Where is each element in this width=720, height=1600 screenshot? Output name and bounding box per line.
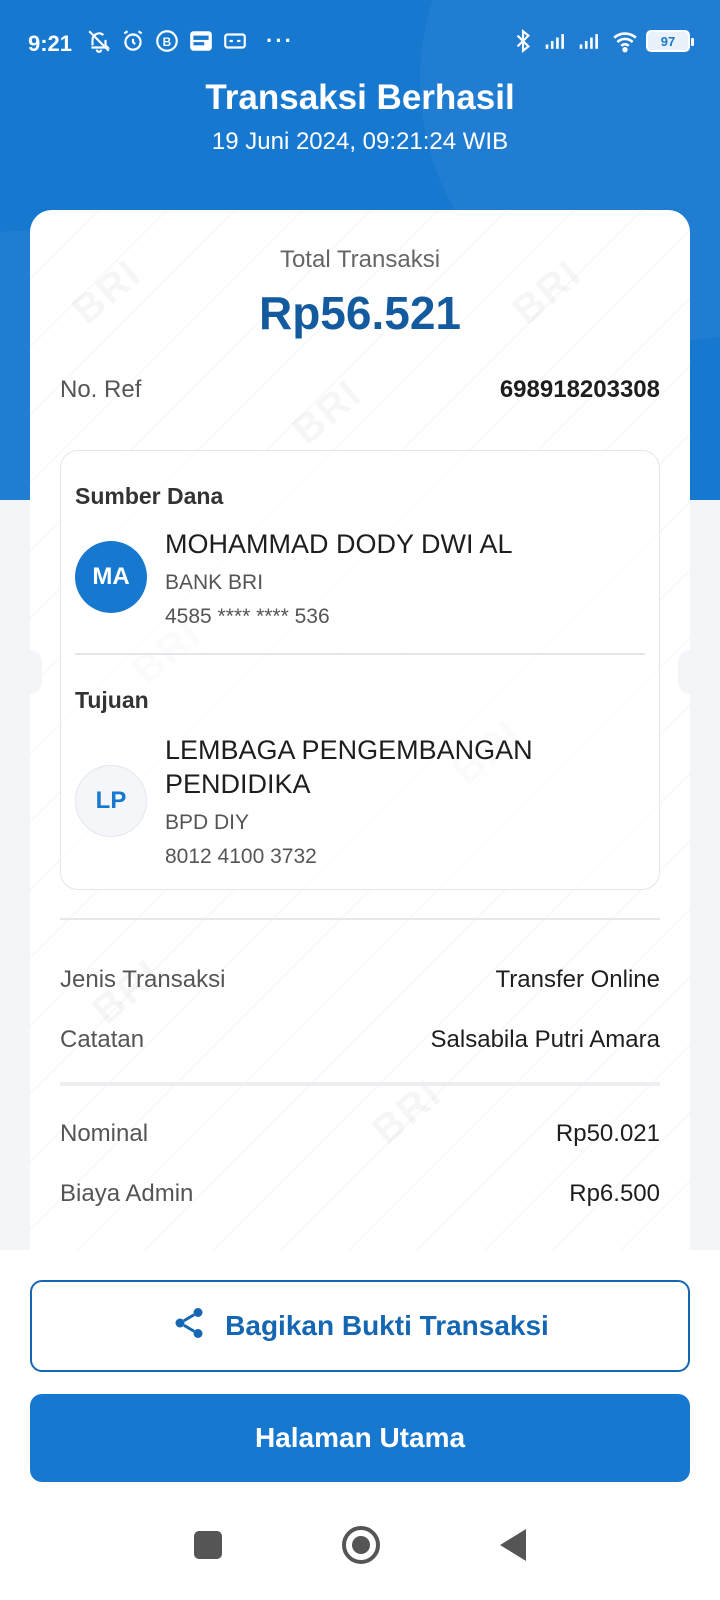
source-bank: BANK BRI [165,571,264,594]
ticket-notch [18,650,42,694]
muted-bell-icon [86,28,112,54]
page-title: Transaksi Berhasil [205,78,515,117]
brimo-app-icon [188,28,214,54]
admin-fee-row: Biaya Admin Rp6.500 [60,1180,660,1208]
nominal-label: Nominal [60,1120,149,1147]
source-account: 4585 **** **** 536 [165,605,330,628]
back-icon[interactable] [500,1529,526,1561]
share-receipt-button[interactable]: Bagikan Bukti Transaksi [30,1280,690,1372]
transaction-type-row: Jenis Transaksi Transfer Online [60,966,660,994]
system-nav-bar [0,1490,720,1600]
transaction-datetime: 19 Juni 2024, 09:21:24 WIB [211,128,509,155]
transaction-type-label: Jenis Transaksi [60,966,226,993]
total-amount: Rp56.521 [258,287,461,339]
home-page-button[interactable]: Halaman Utama [30,1394,690,1482]
nominal-row: Nominal Rp50.021 [60,1120,660,1148]
source-avatar: MA [75,541,147,613]
destination-account: 8012 4100 3732 [165,845,317,868]
svg-text:B: B [163,35,172,49]
alarm-icon [120,28,146,54]
share-icon [171,1305,207,1348]
share-receipt-label: Bagikan Bukti Transaksi [225,1310,549,1341]
ticket-notch [678,650,702,694]
status-time: 9:21 [28,31,73,56]
signal-icon [578,28,604,54]
destination-avatar: LP [75,765,147,837]
card-icon [222,28,248,54]
destination-label: Tujuan [75,687,149,713]
note-row: Catatan Salsabila Putri Amara [60,1026,660,1054]
notification-icons: B ··· [86,28,294,54]
destination-bank: BPD DIY [165,811,250,834]
destination-name: LEMBAGA PENGEMBANGAN PENDIDIKA [165,735,533,799]
more-notifications-icon: ··· [266,28,294,53]
source-name: MOHAMMAD DODY DWI AL [165,529,513,559]
section-divider [60,918,660,920]
bluetooth-icon [510,28,536,54]
ref-row: No. Ref 698918203308 [60,376,660,404]
admin-fee-label: Biaya Admin [60,1180,194,1207]
ref-label: No. Ref [60,376,142,403]
section-divider [60,1082,660,1086]
party-divider [75,653,645,655]
total-label: Total Transaksi [279,246,441,273]
recent-apps-icon[interactable] [194,1531,222,1559]
wifi-icon [612,28,638,54]
home-icon[interactable] [342,1526,380,1564]
status-bar: 9:21 B ··· 97 [0,0,720,80]
signal-icon [544,28,570,54]
note-label: Catatan [60,1026,145,1053]
system-icons: 97 [510,28,694,54]
battery-icon: 97 [646,30,694,52]
b-app-icon: B [154,28,180,54]
source-label: Sumber Dana [75,483,224,509]
note-value: Salsabila Putri Amara [430,1026,660,1053]
admin-fee-value: Rp6.500 [569,1180,660,1207]
receipt-card: BRI BRI BRI BRI BRI BRI BRI Total Transa… [30,210,690,1250]
nominal-value: Rp50.021 [555,1120,660,1147]
ref-value: 698918203308 [499,376,660,403]
transfer-parties: Sumber Dana MA MOHAMMAD DODY DWI AL BANK… [60,450,660,890]
transaction-type-value: Transfer Online [495,966,660,993]
